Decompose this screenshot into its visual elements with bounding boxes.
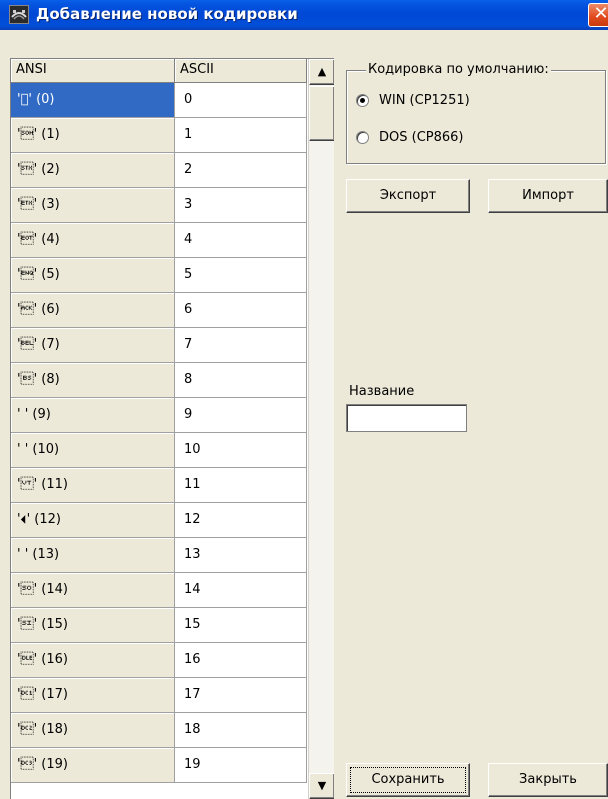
table-row[interactable]: ' ' (13) 13: [11, 538, 307, 573]
cell-ansi[interactable]: ' ' (13): [11, 538, 175, 573]
table-row[interactable]: ' ' (12) 12: [11, 503, 307, 538]
table-row[interactable]: '' (2) 2: [11, 153, 307, 188]
cell-ansi[interactable]: '' (3): [11, 188, 175, 223]
encoding-table[interactable]: ANSI ASCII ' ' (0) 0 '' (1) 1 '' (2) 2 '' (…: [10, 58, 334, 799]
table-row[interactable]: '' (7) 7: [11, 328, 307, 363]
table-row[interactable]: '' (8) 8: [11, 363, 307, 398]
cell-ascii[interactable]: 19: [175, 748, 307, 783]
cell-ascii[interactable]: 11: [175, 468, 307, 503]
focus-rect: [350, 767, 466, 793]
cell-ascii[interactable]: 8: [175, 363, 307, 398]
column-header-ascii[interactable]: ASCII: [175, 59, 307, 83]
export-button[interactable]: Экспорт: [346, 179, 470, 213]
cell-ansi[interactable]: ' ' (12): [11, 503, 175, 538]
cell-ansi[interactable]: '' (5): [11, 258, 175, 293]
cell-ansi[interactable]: '' (17): [11, 678, 175, 713]
cell-ascii[interactable]: 16: [175, 643, 307, 678]
cell-ascii[interactable]: 5: [175, 258, 307, 293]
radio-button[interactable]: [356, 94, 369, 107]
encoding-group-label: Кодировка по умолчанию:: [366, 62, 551, 77]
arrow-down-icon: ▼: [317, 779, 327, 792]
cell-ansi[interactable]: '' (7): [11, 328, 175, 363]
cell-ascii[interactable]: 17: [175, 678, 307, 713]
cell-ansi[interactable]: '' (8): [11, 363, 175, 398]
radio-win-cp1251[interactable]: WIN (CP1251): [356, 93, 470, 108]
encoding-groupbox: [346, 70, 606, 164]
vertical-scrollbar[interactable]: ▲ ▼: [308, 59, 334, 799]
cell-ansi[interactable]: ' ' (9): [11, 398, 175, 433]
table-row[interactable]: '' (5) 5: [11, 258, 307, 293]
table-row[interactable]: '' (19) 19: [11, 748, 307, 783]
scroll-down-button[interactable]: ▼: [309, 773, 334, 799]
save-button[interactable]: Сохранить: [346, 763, 470, 797]
cell-ascii[interactable]: 12: [175, 503, 307, 538]
table-row[interactable]: '' (6) 6: [11, 293, 307, 328]
title-bar[interactable]: Добавление новой кодировки ✕: [0, 0, 608, 30]
table-row[interactable]: ' ' (0) 0: [11, 83, 307, 118]
cell-ansi[interactable]: '' (16): [11, 643, 175, 678]
table-row[interactable]: '' (4) 4: [11, 223, 307, 258]
table-row[interactable]: ' ' (10) 10: [11, 433, 307, 468]
table-header: ANSI ASCII: [11, 59, 307, 83]
cell-ansi[interactable]: '' (1): [11, 118, 175, 153]
table-row[interactable]: ' ' (9) 9: [11, 398, 307, 433]
cell-ascii[interactable]: 13: [175, 538, 307, 573]
close-icon: ✕: [593, 3, 608, 24]
import-button[interactable]: Импорт: [488, 179, 608, 213]
cell-ascii[interactable]: 9: [175, 398, 307, 433]
cell-ascii[interactable]: 1: [175, 118, 307, 153]
cell-ansi[interactable]: ' ' (10): [11, 433, 175, 468]
cell-ansi[interactable]: '' (4): [11, 223, 175, 258]
app-icon: [9, 5, 29, 24]
cell-ascii[interactable]: 15: [175, 608, 307, 643]
cell-ascii[interactable]: 3: [175, 188, 307, 223]
table-row[interactable]: '' (3) 3: [11, 188, 307, 223]
table-row[interactable]: '' (14) 14: [11, 573, 307, 608]
cell-ascii[interactable]: 18: [175, 713, 307, 748]
table-body: ' ' (0) 0 '' (1) 1 '' (2) 2 '' (3) 3 '' (4) 4…: [11, 83, 307, 783]
window-title: Добавление новой кодировки: [36, 5, 298, 23]
cell-ascii[interactable]: 7: [175, 328, 307, 363]
cell-ansi[interactable]: '' (18): [11, 713, 175, 748]
radio-label: WIN (CP1251): [379, 93, 470, 108]
table-row[interactable]: '' (18) 18: [11, 713, 307, 748]
close-window-button[interactable]: ✕: [588, 3, 608, 27]
table-row[interactable]: '' (16) 16: [11, 643, 307, 678]
table-row[interactable]: '' (15) 15: [11, 608, 307, 643]
cell-ansi[interactable]: '' (14): [11, 573, 175, 608]
radio-dos-cp866[interactable]: DOS (CP866): [356, 130, 464, 145]
cell-ascii[interactable]: 4: [175, 223, 307, 258]
cell-ascii[interactable]: 14: [175, 573, 307, 608]
arrow-up-icon: ▲: [317, 65, 327, 78]
scroll-up-button[interactable]: ▲: [309, 59, 334, 85]
column-header-ansi[interactable]: ANSI: [11, 59, 175, 83]
cell-ascii[interactable]: 10: [175, 433, 307, 468]
cell-ansi[interactable]: ' ' (0): [11, 83, 175, 118]
radio-button[interactable]: [356, 131, 369, 144]
table-row[interactable]: '' (1) 1: [11, 118, 307, 153]
scroll-thumb[interactable]: [309, 86, 334, 141]
cell-ansi[interactable]: '' (15): [11, 608, 175, 643]
radio-label: DOS (CP866): [379, 130, 464, 145]
cell-ascii[interactable]: 6: [175, 293, 307, 328]
close-button[interactable]: Закрыть: [488, 763, 608, 797]
cell-ascii[interactable]: 0: [175, 83, 307, 118]
cell-ansi[interactable]: ' ' (11): [11, 468, 175, 503]
table-row[interactable]: ' ' (11) 11: [11, 468, 307, 503]
cell-ascii[interactable]: 2: [175, 153, 307, 188]
cell-ansi[interactable]: '' (19): [11, 748, 175, 783]
name-input[interactable]: [346, 404, 467, 432]
cell-ansi[interactable]: '' (2): [11, 153, 175, 188]
table-row[interactable]: '' (17) 17: [11, 678, 307, 713]
name-label: Название: [349, 384, 415, 399]
cell-ansi[interactable]: '' (6): [11, 293, 175, 328]
